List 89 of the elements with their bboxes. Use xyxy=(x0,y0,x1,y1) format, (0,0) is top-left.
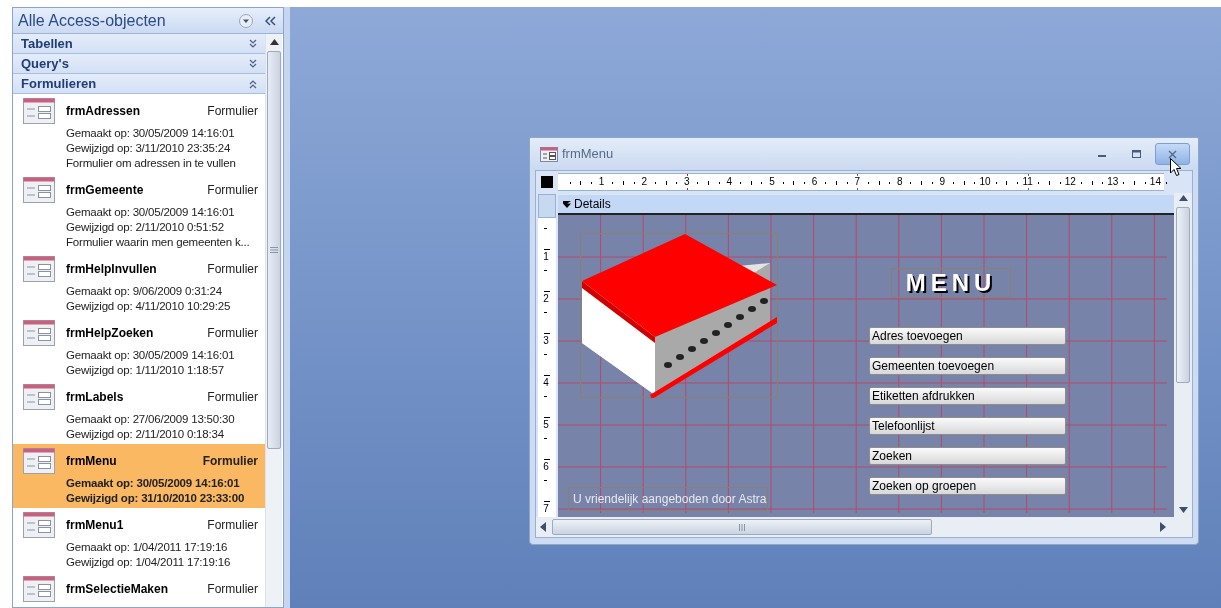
form-button[interactable]: Adres toevoegen xyxy=(869,327,1066,345)
scrollbar-thumb[interactable] xyxy=(267,51,281,449)
dropdown-icon[interactable] xyxy=(239,13,253,28)
scrollbar-thumb[interactable] xyxy=(1176,207,1190,383)
item-detail: Gemaakt op: 30/05/2009 14:16:01 xyxy=(66,126,236,141)
form-icon xyxy=(23,320,55,346)
menu-title: MENU xyxy=(891,268,1011,298)
scroll-up-icon[interactable] xyxy=(269,39,279,45)
pane-title: Alle Access-objecten xyxy=(18,10,167,31)
ruler-number: 3 xyxy=(540,335,552,347)
scroll-right-icon[interactable] xyxy=(1160,522,1166,532)
form-icon xyxy=(23,256,55,282)
item-name: frmMenu xyxy=(66,453,118,470)
item-detail: Gemaakt op: 30/05/2009 14:16:01 xyxy=(66,348,236,363)
ruler-number: 4 xyxy=(540,377,552,389)
item-name: frmHelpInvullen xyxy=(66,261,158,278)
item-detail: Gewijzigd op: 1/11/2010 1:18:57 xyxy=(66,363,225,378)
form-icon xyxy=(23,177,55,203)
item-detail: Gemaakt op: 30/05/2009 14:16:01 xyxy=(66,476,241,491)
form-icon xyxy=(23,448,55,474)
item-name: frmAdressen xyxy=(66,103,142,120)
item-detail: Gewijzigd op: 1/04/2011 17:19:16 xyxy=(66,555,232,570)
collapse-pane-icon[interactable] xyxy=(265,15,277,26)
item-type: Formulier xyxy=(207,389,258,406)
item-detail: Gewijzigd op: 2/11/2010 0:18:34 xyxy=(66,427,225,442)
maximize-icon[interactable] xyxy=(1132,150,1141,158)
item-type: Formulier xyxy=(202,453,258,470)
item-detail: Gewijzigd op: 4/11/2010 10:29:25 xyxy=(66,299,232,314)
scroll-left-icon[interactable] xyxy=(540,522,546,532)
form-icon xyxy=(23,576,55,602)
item-detail: Gemaakt op: 9/06/2009 0:31:24 xyxy=(66,284,223,299)
scroll-down-icon[interactable] xyxy=(1178,507,1188,513)
section-bar[interactable]: Details xyxy=(558,195,1174,215)
collapse-icon[interactable] xyxy=(249,78,257,89)
form-button[interactable]: Zoeken op groepen xyxy=(869,477,1066,495)
item-type: Formulier xyxy=(207,581,258,598)
form-icon xyxy=(23,384,55,410)
grip-icon xyxy=(739,523,745,531)
item-type: Formulier xyxy=(207,325,258,342)
form-button[interactable]: Zoeken xyxy=(869,447,1066,465)
item-name: frmMenu1 xyxy=(66,517,125,534)
item-detail: Gemaakt op: 30/05/2009 14:16:01 xyxy=(66,205,236,220)
scrollbar[interactable] xyxy=(265,34,282,607)
ruler-number: 5 xyxy=(540,419,552,431)
form-icon xyxy=(540,146,558,162)
item-detail: Gemaakt op: 1/04/2011 17:19:16 xyxy=(66,540,229,555)
minimize-icon[interactable] xyxy=(1098,154,1106,158)
ruler-number: 7 xyxy=(540,503,552,515)
item-type: Formulier xyxy=(207,517,258,534)
item-name: frmGemeente xyxy=(66,182,145,199)
window-title: frmMenu xyxy=(562,145,615,164)
item-type: Formulier xyxy=(207,103,258,120)
mouse-pointer-icon xyxy=(1170,158,1182,177)
ruler-number: 6 xyxy=(540,461,552,473)
close-button[interactable] xyxy=(1155,143,1190,165)
ruler-number: 10 xyxy=(977,176,993,188)
item-detail: Gewijzigd op: 3/11/2010 23:35:24 xyxy=(66,141,232,156)
item-detail: Gewijzigd op: 31/10/2010 23:33:00 xyxy=(66,491,246,506)
group-header[interactable]: Tabellen xyxy=(13,34,265,54)
item-detail: Formulier om adressen in te vullen xyxy=(66,156,237,171)
form-button[interactable]: Etiketten afdrukken xyxy=(869,387,1066,405)
grip-icon xyxy=(270,247,278,253)
credit-label: U vriendelijk aangeboden door Astra xyxy=(568,487,768,511)
group-header[interactable]: Query's xyxy=(13,54,265,74)
item-detail: Gewijzigd op: 2/11/2010 0:51:52 xyxy=(66,220,225,235)
item-type: Formulier xyxy=(207,182,258,199)
expand-icon[interactable] xyxy=(249,38,257,49)
form-button[interactable]: Gemeenten toevoegen xyxy=(869,357,1066,375)
ruler-number: 12 xyxy=(1062,176,1079,188)
scrollbar-thumb[interactable] xyxy=(552,519,932,535)
section-arrow-icon xyxy=(563,200,571,208)
close-icon xyxy=(1168,149,1177,159)
item-detail: Gemaakt op: 27/06/2009 13:50:30 xyxy=(66,412,236,427)
ruler-number: 14 xyxy=(1147,176,1164,188)
item-name: frmSelectieMaken xyxy=(66,581,170,598)
form-button[interactable]: Telefoonlijst xyxy=(869,417,1066,435)
item-detail: Formulier waarin men gemeenten k... xyxy=(66,235,251,250)
item-name: frmLabels xyxy=(66,389,125,406)
form-icon xyxy=(23,98,55,124)
ruler-number: 2 xyxy=(540,293,552,305)
vertical-scrollbar[interactable] xyxy=(1174,193,1192,517)
scroll-up-icon[interactable] xyxy=(1178,195,1188,201)
expand-icon[interactable] xyxy=(249,58,257,69)
form-icon xyxy=(23,512,55,538)
item-type: Formulier xyxy=(207,261,258,278)
group-header[interactable]: Formulieren xyxy=(13,74,265,94)
horizontal-scrollbar[interactable] xyxy=(536,517,1192,537)
list-item[interactable]: frmMenu Formulier Gemaakt op: 30/05/2009 14:16:01 Gewijzigd op: 31/10/2010 23:33:00 xyxy=(13,444,265,508)
item-name: frmHelpZoeken xyxy=(66,325,155,342)
